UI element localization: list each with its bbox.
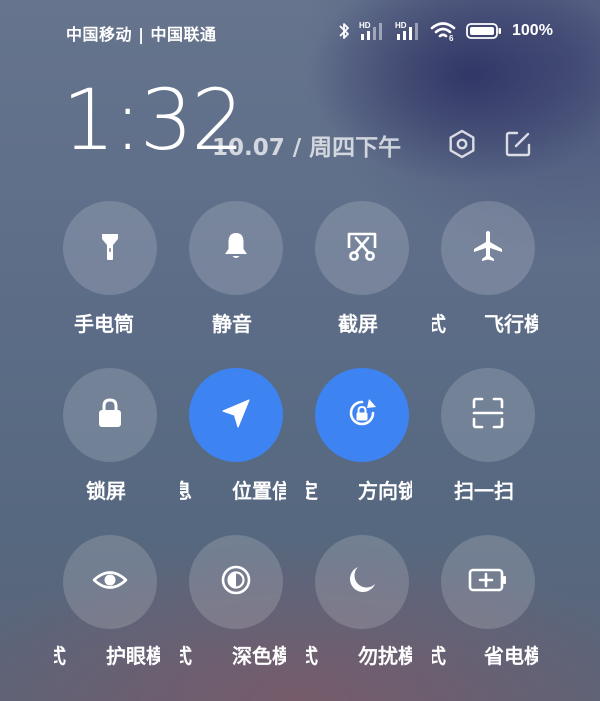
screenshot-icon [344, 228, 380, 268]
carrier-name: 中国移动 | 中国联通 [66, 25, 217, 44]
wifi-tag: 6 [449, 34, 454, 42]
status-bar: 中国移动 | 中国联通 HD HD 6 100% [0, 0, 600, 62]
location-label-prefix: 息 [180, 479, 192, 503]
do-not-disturb-label-prefix: 式 [306, 644, 318, 668]
rotation-lock-label-prefix: 定 [306, 479, 318, 503]
airplane-mode-tile[interactable] [441, 201, 535, 295]
rotation-lock-tile[interactable] [315, 368, 409, 462]
tile-label-wrap: 扫一扫 [442, 479, 538, 505]
flashlight-label: 手电筒 [74, 312, 134, 336]
location-arrow-icon [218, 395, 254, 435]
dark-mode-label: 深色模 [232, 644, 286, 668]
battery-saver-label: 省电模 [484, 644, 538, 668]
scan-label: 扫一扫 [454, 479, 514, 503]
tile-label-wrap: 式 护眼模 [54, 644, 160, 670]
scan-icon [470, 395, 506, 435]
eye-care-tile[interactable] [63, 535, 157, 629]
settings-button[interactable] [444, 128, 480, 164]
dark-mode-label-prefix: 式 [180, 644, 192, 668]
signal-1-tag: HD [359, 21, 371, 30]
tile-label-wrap: 式 深色模 [180, 644, 286, 670]
battery-percentage: 100% [512, 22, 553, 39]
status-icons: HD HD 6 100% [338, 18, 553, 44]
do-not-disturb-label: 勿扰模 [358, 644, 412, 668]
rotation-lock-icon [342, 393, 382, 437]
battery-saver-icon [468, 565, 508, 599]
lock-screen-label: 锁屏 [86, 479, 126, 503]
signal-2-tag: HD [395, 21, 407, 30]
tile-label-wrap: 静音 [190, 312, 286, 338]
tile-label-wrap: 息 位置信 [180, 479, 286, 505]
tile-label-wrap: 定 方向锁 [306, 479, 412, 505]
moon-icon [345, 563, 379, 601]
wifi-icon: 6 [430, 20, 458, 42]
signal-2-icon: HD [394, 20, 422, 42]
edit-icon [503, 129, 533, 163]
screenshot-tile[interactable] [315, 201, 409, 295]
signal-1-icon: HD [358, 20, 386, 42]
tile-label-wrap: 式 勿扰模 [306, 644, 412, 670]
flashlight-tile[interactable] [63, 201, 157, 295]
lock-screen-tile[interactable] [63, 368, 157, 462]
eye-icon [91, 561, 129, 603]
bluetooth-icon [338, 21, 350, 41]
tile-label-wrap: 锁屏 [66, 479, 162, 505]
eye-care-label: 护眼模 [106, 644, 160, 668]
gear-icon [446, 128, 478, 164]
tile-label-wrap: 式 省电模 [432, 644, 538, 670]
battery-saver-label-prefix: 式 [432, 644, 446, 668]
eye-care-label-prefix: 式 [54, 644, 66, 668]
tile-label-wrap: 手电筒 [66, 312, 162, 338]
battery-icon [466, 22, 502, 40]
do-not-disturb-tile[interactable] [315, 535, 409, 629]
rotation-lock-label: 方向锁 [358, 479, 412, 503]
airplane-mode-label-prefix: 式 [432, 312, 446, 336]
dark-mode-tile[interactable] [189, 535, 283, 629]
edit-button[interactable] [500, 128, 536, 164]
airplane-mode-label: 飞行模 [484, 312, 538, 336]
lock-icon [93, 396, 127, 434]
location-label: 位置信 [232, 479, 286, 503]
tile-label-wrap: 式 飞行模 [432, 312, 538, 338]
mute-tile[interactable] [189, 201, 283, 295]
tile-label-wrap: 截屏 [316, 312, 412, 338]
bell-icon [219, 229, 253, 267]
screenshot-label: 截屏 [338, 312, 378, 336]
battery-saver-tile[interactable] [441, 535, 535, 629]
date-weekday: 10.07 / 周四下午 [212, 135, 402, 161]
scan-tile[interactable] [441, 368, 535, 462]
mute-label: 静音 [212, 312, 252, 336]
flashlight-icon [93, 229, 127, 267]
contrast-icon [218, 562, 254, 602]
airplane-icon [470, 228, 506, 268]
location-tile[interactable] [189, 368, 283, 462]
